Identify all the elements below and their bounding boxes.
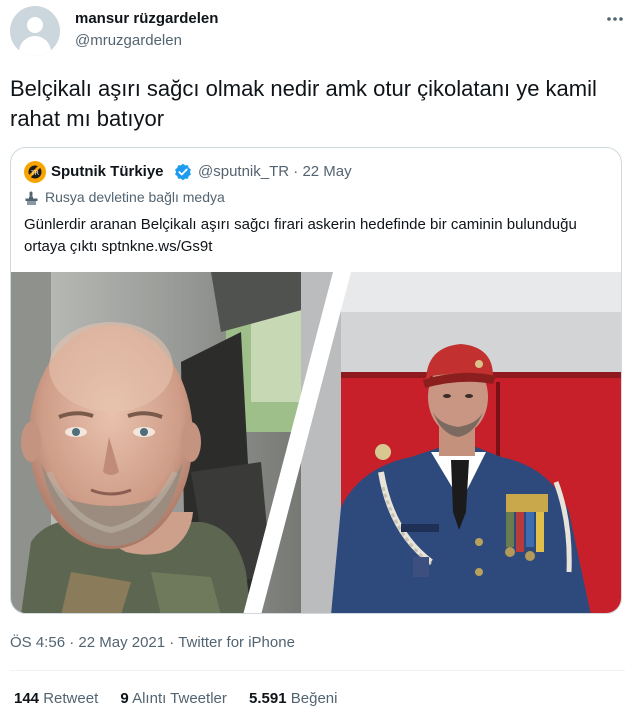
quoted-display-name[interactable]: Sputnik Türkiye bbox=[51, 163, 164, 180]
tweet-time[interactable]: ÖS 4:56 bbox=[10, 634, 65, 651]
podium-icon bbox=[25, 191, 38, 205]
tweet-header: mansur rüzgardelen @mruzgardelen bbox=[10, 6, 625, 60]
avatar-head bbox=[27, 17, 43, 33]
like-label: Beğeni bbox=[290, 690, 338, 707]
tweet-stats: 144 Retweet 9 Alıntı Tweetler 5.591 Beğe… bbox=[14, 690, 355, 707]
like-count: 5.591 bbox=[249, 690, 287, 707]
quoted-separator: · bbox=[293, 163, 299, 180]
quote-tweet-label: Alıntı Tweetler bbox=[132, 690, 227, 707]
meta-separator: · bbox=[69, 634, 75, 651]
avatar[interactable] bbox=[10, 6, 60, 56]
more-horizontal-icon[interactable] bbox=[605, 10, 625, 28]
quoted-date[interactable]: 22 May bbox=[302, 163, 351, 180]
quote-tweet-count: 9 bbox=[120, 690, 129, 707]
photo-divider bbox=[243, 272, 351, 613]
retweet-stat[interactable]: 144 Retweet bbox=[14, 690, 102, 707]
retweet-label: Retweet bbox=[43, 690, 99, 707]
svg-text:TR: TR bbox=[30, 170, 39, 177]
quoted-handle-line: @sputnik_TR · 22 May bbox=[198, 163, 352, 180]
like-stat[interactable]: 5.591 Beğeni bbox=[249, 690, 337, 707]
author-handle[interactable]: @mruzgardelen bbox=[75, 32, 182, 49]
quoted-tweet-header: TR Sputnik Türkiye @sputnik_TR · 22 May bbox=[24, 161, 604, 183]
meta-separator-2: · bbox=[169, 634, 175, 651]
quoted-tweet[interactable]: TR Sputnik Türkiye @sputnik_TR · 22 May … bbox=[10, 147, 622, 614]
retweet-count: 144 bbox=[14, 690, 40, 707]
tweet-source[interactable]: Twitter for iPhone bbox=[178, 634, 295, 651]
state-media-label: Rusya devletine bağlı medya bbox=[24, 189, 584, 207]
divider bbox=[10, 670, 625, 671]
author-display-name[interactable]: mansur rüzgardelen bbox=[75, 10, 218, 27]
quoted-tweet-text: Günlerdir aranan Belçikalı aşırı sağcı f… bbox=[24, 216, 577, 255]
sputnik-logo-icon: TR bbox=[24, 161, 46, 183]
state-media-label-text[interactable]: Rusya devletine bağlı medya bbox=[45, 189, 225, 205]
tweet-date[interactable]: 22 May 2021 bbox=[78, 634, 165, 651]
quoted-handle[interactable]: @sputnik_TR bbox=[198, 163, 289, 180]
verified-badge-icon bbox=[175, 163, 191, 181]
tweet-text: Belçikalı aşırı sağcı olmak nedir amk ot… bbox=[10, 76, 597, 131]
quoted-media[interactable] bbox=[11, 272, 621, 613]
avatar-body bbox=[19, 36, 51, 56]
quote-tweet-stat[interactable]: 9 Alıntı Tweetler bbox=[120, 690, 231, 707]
tweet-meta: ÖS 4:56 · 22 May 2021 · Twitter for iPho… bbox=[10, 634, 295, 651]
